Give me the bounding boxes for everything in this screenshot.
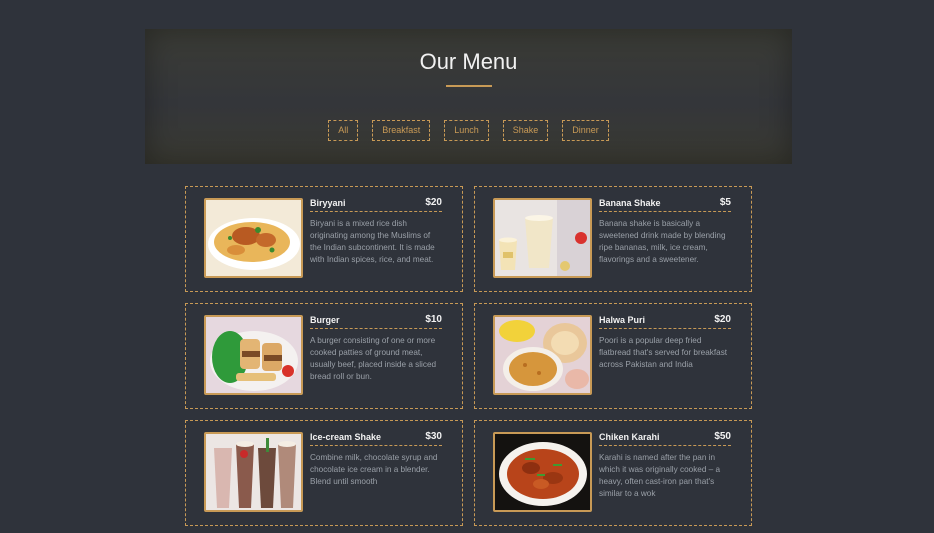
item-price: $10 [425, 314, 442, 325]
item-description: A burger consisting of one or more cooke… [310, 336, 437, 381]
page-title: Our Menu [419, 49, 518, 74]
menu-item-card[interactable]: Banana Shake $5 Banana shake is basicall… [474, 186, 752, 292]
item-name: Banana Shake [599, 198, 661, 208]
banana-shake-image [493, 198, 592, 278]
filter-dinner-button[interactable]: Dinner [562, 120, 609, 141]
item-name: Burger [310, 315, 340, 325]
menu-grid: Biryyani $20 Biryani is a mixed rice dis… [185, 186, 752, 526]
menu-item-card[interactable]: Halwa Puri $20 Poori is a popular deep f… [474, 303, 752, 409]
item-name: Ice-cream Shake [310, 432, 382, 442]
item-price: $50 [714, 431, 731, 442]
item-name: Halwa Puri [599, 315, 646, 325]
menu-item-card[interactable]: Ice-cream Shake $30 Combine milk, chocol… [185, 420, 463, 526]
burger-image [204, 315, 303, 395]
chicken-karahi-image [493, 432, 592, 512]
biryani-image [204, 198, 303, 278]
menu-item-card[interactable]: Burger $10 A burger consisting of one or… [185, 303, 463, 409]
item-price: $20 [425, 197, 442, 208]
filter-all-button[interactable]: All [328, 120, 359, 141]
halwa-puri-image [493, 315, 592, 395]
item-price: $20 [714, 314, 731, 325]
item-description: Banana shake is basically a sweetened dr… [599, 219, 726, 264]
menu-item-card[interactable]: Biryyani $20 Biryani is a mixed rice dis… [185, 186, 463, 292]
item-name: Chiken Karahi [599, 432, 660, 442]
item-description: Poori is a popular deep fried flatbread … [599, 336, 728, 369]
item-description: Karahi is named after the pan in which i… [599, 453, 721, 498]
filter-bar: All Breakfast Lunch Shake Dinner [145, 120, 792, 141]
icecream-shake-image [204, 432, 303, 512]
menu-header: Our Menu All Breakfast Lunch Shake Dinne… [145, 29, 792, 164]
title-underline [446, 85, 492, 87]
item-price: $30 [425, 431, 442, 442]
filter-shake-button[interactable]: Shake [502, 120, 549, 141]
item-name: Biryyani [310, 198, 346, 208]
item-price: $5 [719, 197, 731, 208]
menu-item-card[interactable]: Chiken Karahi $50 Karahi is named after … [474, 420, 752, 526]
item-description: Biryani is a mixed rice dish originating… [310, 219, 435, 264]
filter-lunch-button[interactable]: Lunch [444, 120, 489, 141]
filter-breakfast-button[interactable]: Breakfast [372, 120, 431, 141]
item-description: Combine milk, chocolate syrup and chocol… [310, 453, 438, 486]
